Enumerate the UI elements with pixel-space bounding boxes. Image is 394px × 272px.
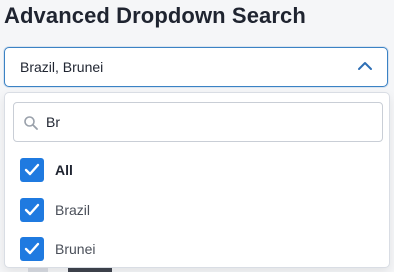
checkbox-brunei[interactable] bbox=[20, 237, 44, 261]
chevron-up-icon[interactable] bbox=[357, 58, 373, 74]
option-label: Brazil bbox=[55, 202, 91, 218]
search-icon bbox=[23, 115, 39, 131]
page-title: Advanced Dropdown Search bbox=[4, 3, 306, 28]
check-icon bbox=[24, 203, 40, 216]
checkbox-brazil[interactable] bbox=[20, 198, 44, 222]
checkbox-all[interactable] bbox=[20, 158, 44, 182]
page: Advanced Dropdown Search Brazil, Brunei bbox=[0, 0, 394, 272]
check-icon bbox=[24, 242, 40, 255]
dropdown-panel: All Brazil Brunei bbox=[4, 92, 390, 268]
search-box[interactable] bbox=[13, 102, 383, 142]
search-input[interactable] bbox=[46, 109, 371, 135]
select-value: Brazil, Brunei bbox=[20, 59, 104, 75]
option-label: All bbox=[55, 162, 73, 178]
check-icon bbox=[24, 163, 40, 176]
option-all[interactable]: All bbox=[20, 155, 376, 185]
country-select[interactable]: Brazil, Brunei bbox=[4, 47, 388, 87]
option-brunei[interactable]: Brunei bbox=[20, 234, 376, 264]
option-label: Brunei bbox=[55, 241, 96, 257]
option-brazil[interactable]: Brazil bbox=[20, 195, 376, 225]
